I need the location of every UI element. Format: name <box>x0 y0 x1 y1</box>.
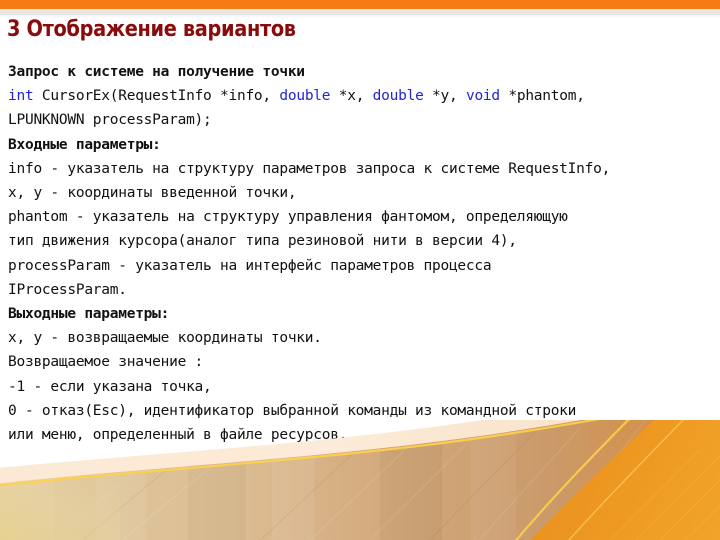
code-keyword: double <box>279 88 331 105</box>
top-accent-bar <box>0 0 720 9</box>
heading-request: Запрос к системе на получение точки <box>8 64 305 80</box>
code-keyword: int <box>8 88 34 105</box>
signature-line-2: LPUNKNOWN processParam); <box>8 112 212 129</box>
bottom-decoration <box>0 420 720 540</box>
signature-line-1: int CursorEx(RequestInfo *info, double *… <box>8 84 708 108</box>
heading-return-value: Возвращаемое значение : <box>8 354 204 371</box>
param-phantom-1: phantom - указатель на структуру управле… <box>8 209 568 226</box>
code-keyword: double <box>372 88 424 105</box>
code-keyword: void <box>465 88 500 105</box>
param-processparam-2: IProcessParam. <box>8 281 127 298</box>
code-text: *x, <box>330 88 373 105</box>
code-text: *phantom, <box>499 88 585 105</box>
heading-input-params: Входные параметры: <box>8 136 161 153</box>
page-title: 3 Отображение вариантов <box>7 17 296 42</box>
param-info: info - указатель на структуру параметров… <box>8 160 611 177</box>
param-xy: x, y - координаты введенной точки, <box>8 185 297 202</box>
slide-canvas: 3 Отображение вариантов Запрос к системе… <box>0 0 720 540</box>
code-text: *y, <box>423 88 466 105</box>
output-xy: x, y - возвращаемые координаты точки. <box>8 330 322 347</box>
return-minus-one: -1 - если указана точка, <box>8 378 212 395</box>
param-phantom-2: тип движения курсора(аналог типа резинов… <box>8 233 517 250</box>
content-body: Запрос к системе на получение точки int C… <box>8 60 708 447</box>
heading-output-params: Выходные параметры: <box>8 306 170 323</box>
code-text: CursorEx(RequestInfo *info, <box>33 88 280 105</box>
param-processparam-1: processParam - указатель на интерфейс па… <box>8 257 492 274</box>
